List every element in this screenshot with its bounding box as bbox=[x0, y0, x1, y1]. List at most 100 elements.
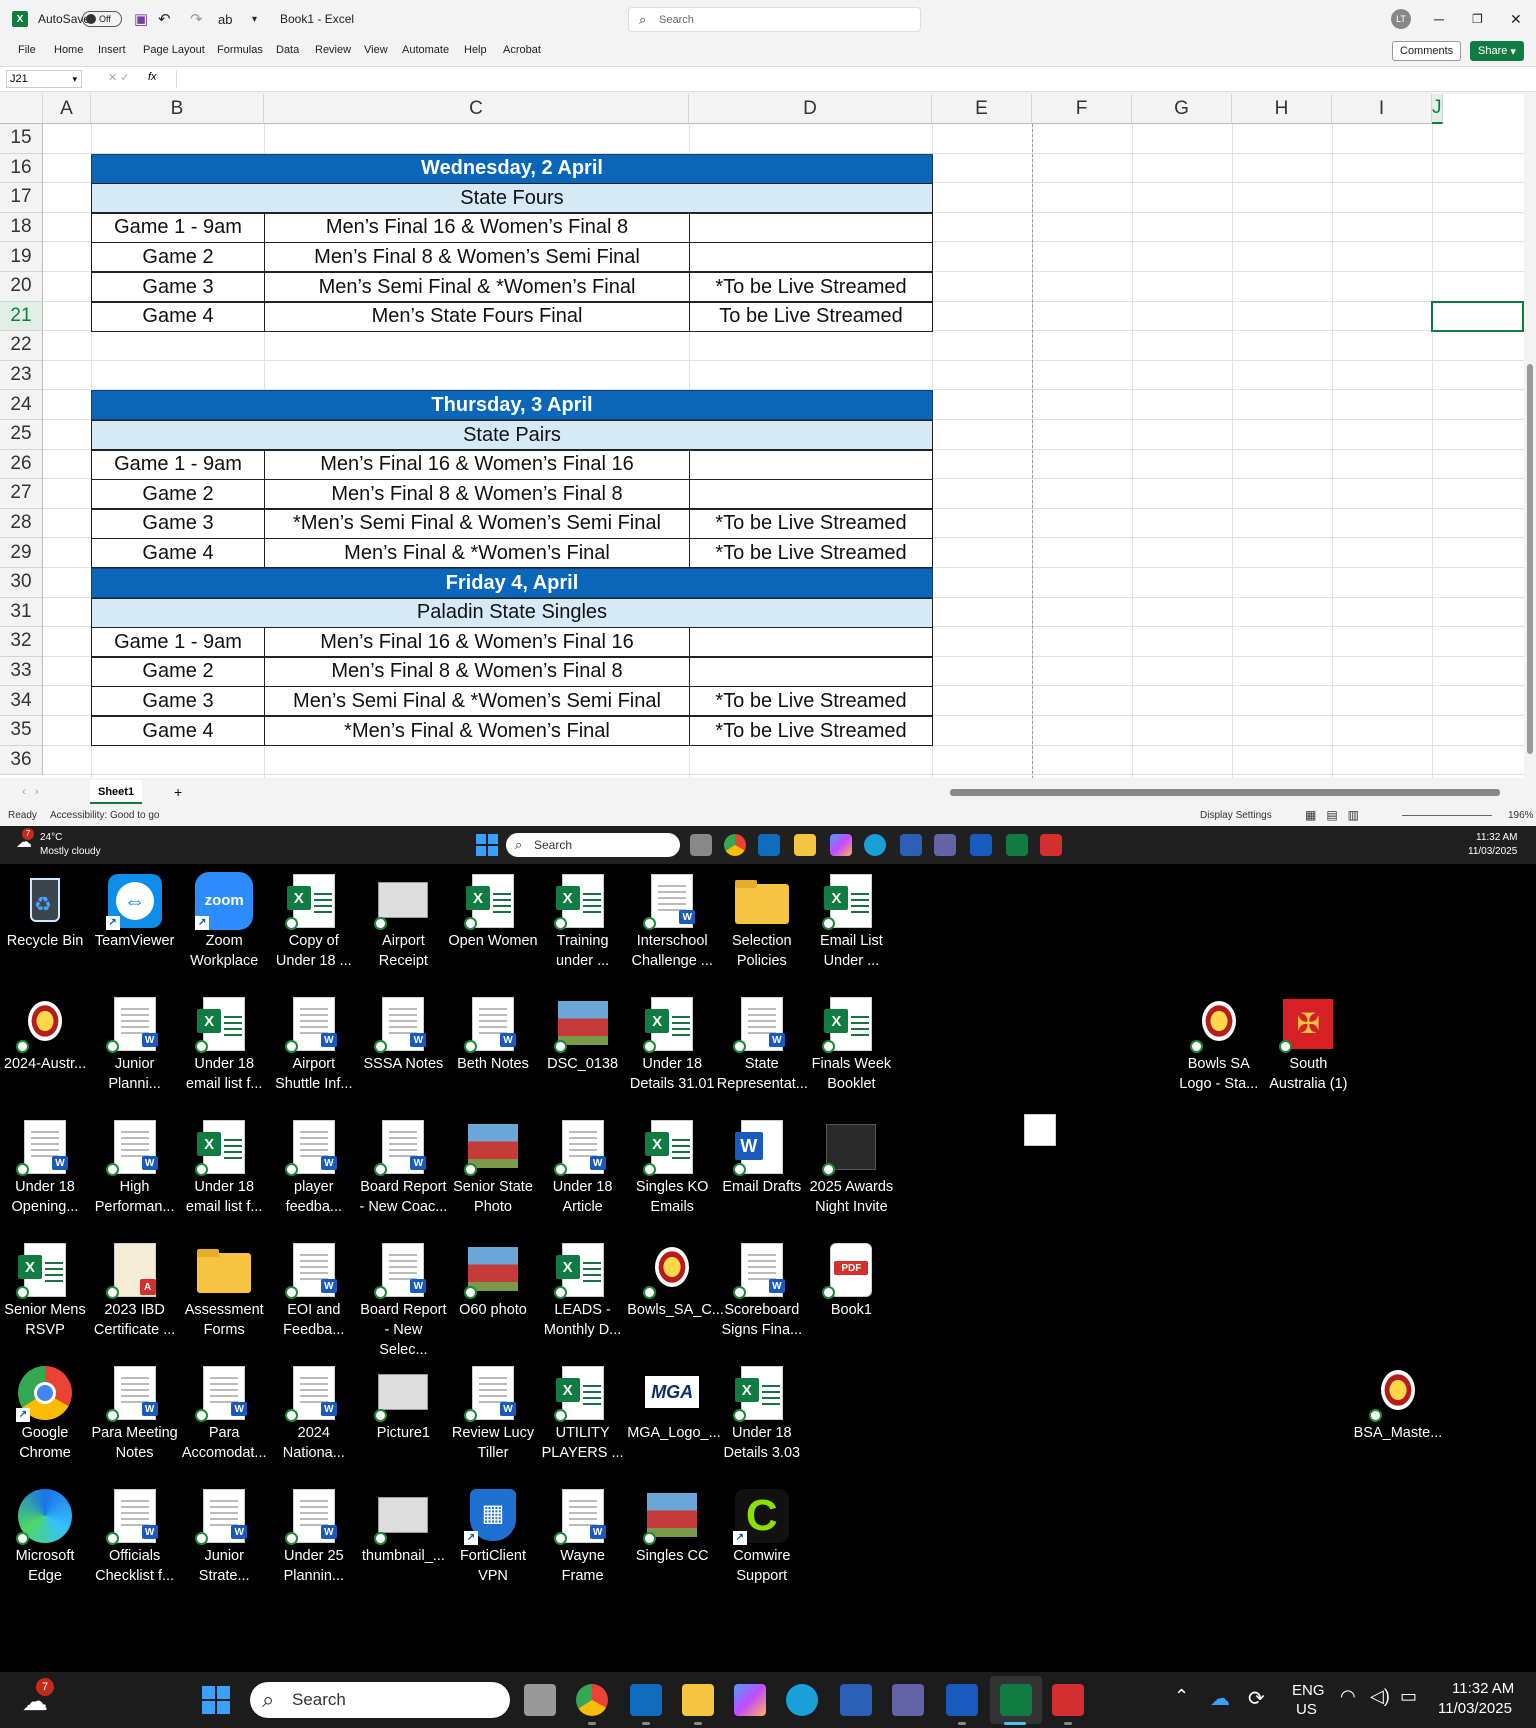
add-sheet-button[interactable]: + bbox=[174, 784, 182, 800]
function-icon[interactable]: fx bbox=[148, 71, 157, 83]
row-header-17[interactable]: 17 bbox=[0, 183, 43, 213]
desktop-icon[interactable]: W Scoreboard Signs Fina... bbox=[717, 1237, 807, 1349]
row-header-24[interactable]: 24 bbox=[0, 390, 43, 420]
stream-cell[interactable] bbox=[689, 479, 933, 510]
excel-taskbar-icon[interactable] bbox=[1000, 1684, 1032, 1716]
task-view-icon[interactable] bbox=[524, 1684, 556, 1716]
desktop-icon[interactable]: W High Performan... bbox=[90, 1114, 180, 1226]
match-cell[interactable]: Men’s Final 16 & Women’s Final 16 bbox=[264, 449, 690, 480]
desktop-icon[interactable]: X Under 18 email list f... bbox=[179, 1114, 269, 1226]
chevron-up-icon[interactable]: ⌃ bbox=[1174, 1686, 1189, 1707]
column-header-i[interactable]: I bbox=[1332, 94, 1432, 124]
tab-page-layout[interactable]: Page Layout bbox=[143, 44, 205, 56]
row-header-33[interactable]: 33 bbox=[0, 656, 43, 687]
desktop-icon[interactable]: W Junior Strate... bbox=[179, 1483, 269, 1595]
teams-icon[interactable] bbox=[934, 834, 956, 856]
desktop-icon[interactable]: W Board Report - New Selec... bbox=[358, 1237, 448, 1358]
desktop-icon[interactable]: Wplayer feedba... bbox=[269, 1114, 359, 1226]
store-icon[interactable] bbox=[840, 1684, 872, 1716]
desktop-icon[interactable]: PDF Book1 bbox=[806, 1237, 896, 1349]
desktop-icon[interactable]: thumbnail_... bbox=[358, 1483, 448, 1595]
desktop-icon[interactable]: BSA_Maste... bbox=[1353, 1360, 1443, 1472]
desktop-icon[interactable]: Bowls SA Logo - Sta... bbox=[1174, 991, 1264, 1103]
outlook-icon[interactable] bbox=[630, 1684, 662, 1716]
zoom-slider[interactable] bbox=[1402, 815, 1492, 816]
name-box[interactable]: J21 ▾ bbox=[6, 70, 82, 88]
desktop-icon[interactable]: X Finals Week Booklet bbox=[806, 991, 896, 1103]
game-cell[interactable]: Game 3 bbox=[91, 508, 265, 539]
edge-icon[interactable] bbox=[786, 1684, 818, 1716]
word-icon[interactable] bbox=[970, 834, 992, 856]
chrome-icon[interactable] bbox=[724, 834, 746, 856]
row-header-30[interactable]: 30 bbox=[0, 568, 43, 598]
desktop-icon[interactable]: 2025 Awards Night Invite bbox=[806, 1114, 896, 1226]
desktop-icon[interactable]: X Under 18 email list f... bbox=[179, 991, 269, 1103]
desktop-icon[interactable]: Bowls_SA_C... bbox=[627, 1237, 724, 1349]
sync-icon[interactable]: ⟳ bbox=[1248, 1686, 1265, 1711]
tab-data[interactable]: Data bbox=[276, 44, 299, 56]
taskbar-search-input[interactable]: ⌕ Search bbox=[250, 1682, 510, 1718]
stream-cell[interactable]: To be Live Streamed bbox=[689, 301, 933, 332]
desktop-icon[interactable]: X Under 18 Details 3.03 bbox=[717, 1360, 807, 1472]
save-icon[interactable]: ▣ bbox=[134, 0, 148, 38]
row-header-34[interactable]: 34 bbox=[0, 686, 43, 716]
desktop-icon[interactable]: W Airport Shuttle Inf... bbox=[269, 991, 359, 1103]
copilot-icon[interactable] bbox=[830, 834, 852, 856]
stream-cell[interactable] bbox=[689, 242, 933, 273]
outlook-icon[interactable] bbox=[758, 834, 780, 856]
desktop-icon[interactable]: X Email List Under ... bbox=[806, 868, 896, 980]
tab-automate[interactable]: Automate bbox=[402, 44, 449, 56]
desktop-icon[interactable]: W Review Lucy Tiller bbox=[448, 1360, 538, 1472]
desktop-icon[interactable]: W Beth Notes bbox=[448, 991, 538, 1103]
display-settings[interactable]: Display Settings bbox=[1200, 810, 1272, 821]
desktop-icon[interactable]: W Para Accomodat... bbox=[179, 1360, 269, 1472]
desktop-icon[interactable]: W Junior Planni... bbox=[90, 991, 180, 1103]
column-header-b[interactable]: B bbox=[91, 94, 264, 124]
vertical-scrollbar[interactable] bbox=[1524, 94, 1536, 784]
desktop-icon[interactable]: ✠ South Australia (1) bbox=[1263, 991, 1353, 1103]
language-indicator[interactable]: ENG bbox=[1292, 1682, 1325, 1699]
stream-cell[interactable]: *To be Live Streamed bbox=[689, 508, 933, 539]
desktop-icon[interactable]: A 2023 IBD Certificate ... bbox=[90, 1237, 180, 1349]
acrobat-icon[interactable] bbox=[1052, 1684, 1084, 1716]
desktop-icon[interactable]: Airport Receipt bbox=[358, 868, 448, 980]
desktop-icon[interactable]: Selection Policies bbox=[717, 868, 807, 980]
desktop-icon[interactable]: 2024-Austr... bbox=[0, 991, 90, 1103]
tab-view[interactable]: View bbox=[364, 44, 388, 56]
edge-icon[interactable] bbox=[864, 834, 886, 856]
tab-review[interactable]: Review bbox=[315, 44, 351, 56]
desktop-icon[interactable]: W SSSA Notes bbox=[358, 991, 448, 1103]
user-avatar[interactable]: LT bbox=[1391, 9, 1411, 29]
chrome-icon[interactable] bbox=[576, 1684, 608, 1716]
minimize-icon[interactable]: ─ bbox=[1434, 0, 1444, 38]
row-header-15[interactable]: 15 bbox=[0, 124, 43, 154]
stream-cell[interactable]: *To be Live Streamed bbox=[689, 272, 933, 302]
start-icon[interactable] bbox=[202, 1686, 230, 1714]
row-header-27[interactable]: 27 bbox=[0, 479, 43, 509]
desktop-icon[interactable]: W Wayne Frame bbox=[538, 1483, 628, 1595]
game-cell[interactable]: Game 4 bbox=[91, 301, 265, 332]
desktop-icon[interactable]: C ↗ Comwire Support bbox=[717, 1483, 807, 1595]
teams-icon[interactable] bbox=[892, 1684, 924, 1716]
accessibility-status[interactable]: Accessibility: Good to go bbox=[50, 810, 160, 821]
row-header-19[interactable]: 19 bbox=[0, 242, 43, 272]
desktop-icon[interactable]: W Under 18 Article bbox=[538, 1114, 628, 1226]
close-icon[interactable]: ✕ bbox=[1510, 0, 1522, 38]
match-cell[interactable]: *Men’s Final & Women’s Final bbox=[264, 716, 690, 746]
row-header-26[interactable]: 26 bbox=[0, 449, 43, 480]
desktop-icon[interactable]: X Under 18 Details 31.01 bbox=[627, 991, 717, 1103]
desktop-icon[interactable]: Picture1 bbox=[358, 1360, 448, 1472]
language-region[interactable]: US bbox=[1296, 1701, 1317, 1718]
undo-icon[interactable]: ↶ bbox=[158, 0, 171, 38]
desktop-icon[interactable]: X Senior Mens RSVP bbox=[0, 1237, 90, 1349]
tab-file[interactable]: File bbox=[18, 44, 36, 56]
desktop-icon[interactable]: X Training under ... bbox=[538, 868, 628, 980]
match-cell[interactable]: Men’s Semi Final & *Women’s Final bbox=[264, 272, 690, 302]
game-cell[interactable]: Game 4 bbox=[91, 538, 265, 569]
row-header-16[interactable]: 16 bbox=[0, 153, 43, 184]
task-view-icon[interactable] bbox=[690, 834, 712, 856]
desktop-icon[interactable]: W Interschool Challenge ... bbox=[627, 868, 717, 980]
zoom-level[interactable]: 196% bbox=[1508, 810, 1534, 821]
desktop-icon[interactable]: W 2024 Nationa... bbox=[269, 1360, 359, 1472]
desktop-icon[interactable]: Senior State Photo bbox=[448, 1114, 538, 1226]
